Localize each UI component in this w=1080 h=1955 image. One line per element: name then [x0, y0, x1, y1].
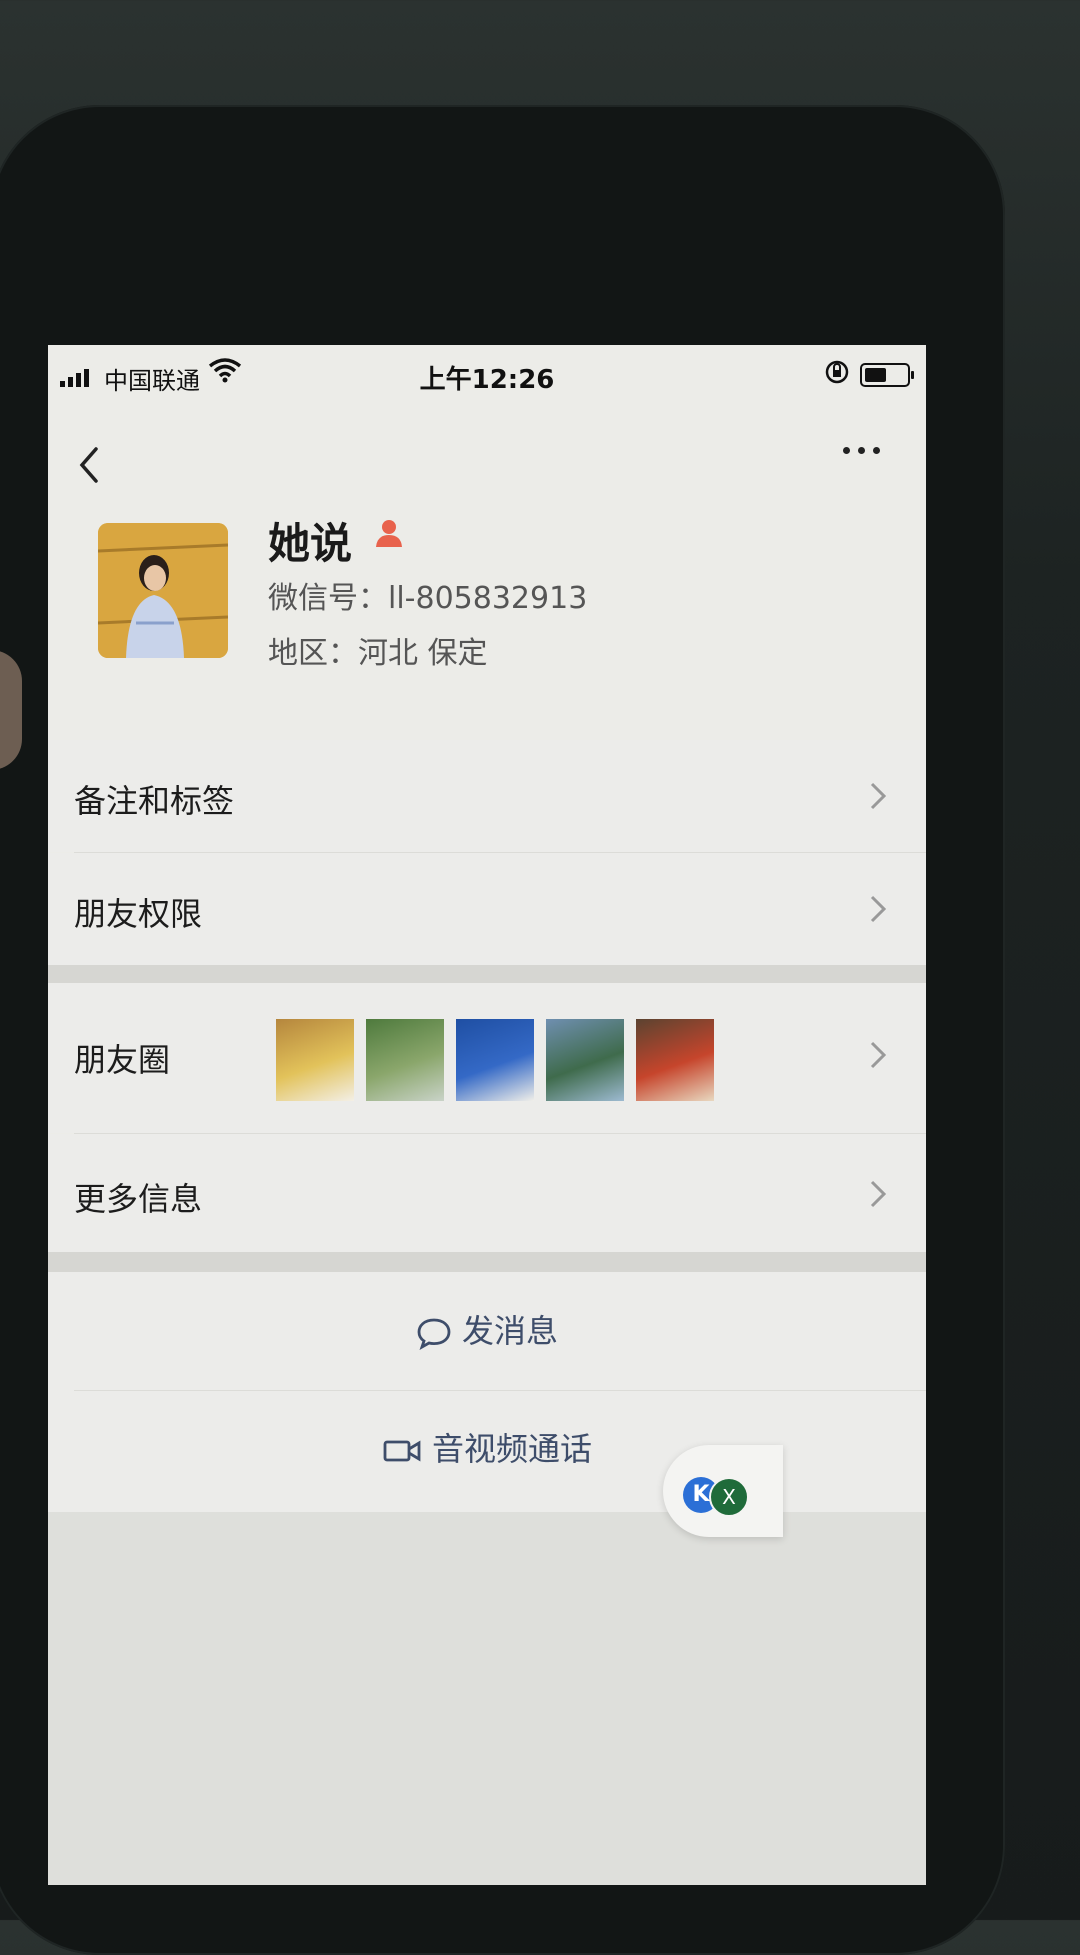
- chevron-right-icon: [870, 895, 887, 923]
- moments-thumb-lake: [546, 1019, 624, 1101]
- more-info-label: 更多信息: [74, 1180, 203, 1218]
- finger-edge: [0, 650, 22, 770]
- empty-area: [48, 1512, 926, 1885]
- person-icon: [376, 520, 402, 547]
- av-call-label: 音视频通话: [431, 1430, 592, 1468]
- video-camera-icon: [383, 1440, 421, 1462]
- contact-profile-screen: 中国联通 上午12:26 她说 微信号：ll-805832913 地区：河北 保…: [48, 345, 926, 1885]
- more-dots-icon[interactable]: [836, 430, 886, 470]
- floating-widget[interactable]: K X: [663, 1445, 783, 1537]
- moments-row[interactable]: 朋友圈: [48, 983, 926, 1133]
- clock: 上午12:26: [419, 365, 555, 395]
- wechat-id: 微信号：ll-805832913: [268, 581, 588, 616]
- moments-thumbnails: [276, 1019, 836, 1101]
- close-badge-icon[interactable]: X: [709, 1477, 749, 1517]
- chevron-right-icon: [870, 1041, 887, 1069]
- chat-bubble-icon: [417, 1318, 451, 1350]
- nickname: 她说: [268, 519, 353, 568]
- friend-permissions-row[interactable]: 朋友权限: [48, 853, 926, 965]
- actions-panel: 发消息 音视频通话: [48, 1272, 926, 1512]
- chevron-right-icon: [870, 1180, 887, 1208]
- divider: [74, 1390, 926, 1391]
- region: 地区：河北 保定: [268, 636, 488, 671]
- rotation-lock-icon: [825, 360, 849, 384]
- moments-thumb-portrait: [456, 1019, 534, 1101]
- send-message-button[interactable]: 发消息: [48, 1306, 926, 1352]
- more-info-row[interactable]: 更多信息: [48, 1134, 926, 1252]
- section-gap: [48, 1252, 926, 1272]
- moments-thumb-dish: [636, 1019, 714, 1101]
- moments-label: 朋友圈: [74, 1041, 171, 1079]
- friend-permissions-label: 朋友权限: [74, 895, 203, 933]
- av-call-button[interactable]: 音视频通话: [48, 1424, 926, 1470]
- moments-thumb-garden: [366, 1019, 444, 1101]
- remark-tags-label: 备注和标签: [74, 782, 235, 820]
- avatar[interactable]: [98, 523, 228, 658]
- remark-tags-row[interactable]: 备注和标签: [48, 740, 926, 852]
- battery-icon: [860, 363, 914, 387]
- send-message-label: 发消息: [461, 1312, 558, 1350]
- section-gap: [48, 965, 926, 983]
- status-bar: 中国联通 上午12:26: [48, 345, 926, 405]
- moments-thumb-food: [276, 1019, 354, 1101]
- chevron-right-icon: [870, 782, 887, 810]
- back-chevron-icon[interactable]: [74, 443, 104, 487]
